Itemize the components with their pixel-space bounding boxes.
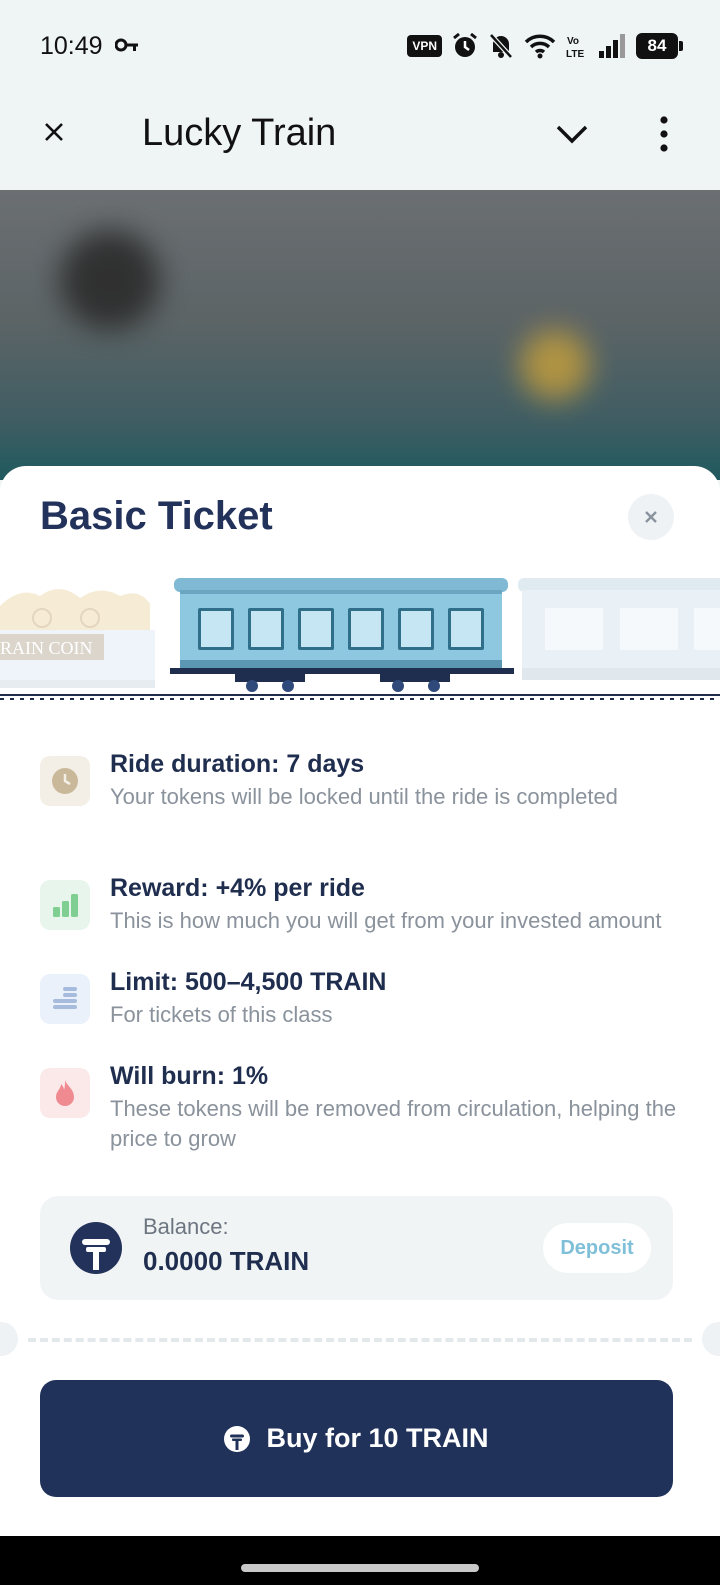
feature-title: Limit: 500–4,500 TRAIN [110, 968, 387, 996]
balance-card: Balance: 0.0000 TRAIN Deposit [40, 1196, 673, 1300]
close-icon[interactable] [38, 116, 70, 148]
coin-stack-icon [40, 974, 90, 1024]
blurred-shape [60, 230, 160, 330]
balance-value: 0.0000 TRAIN [143, 1246, 310, 1276]
mute-icon [489, 33, 513, 59]
close-icon [645, 511, 657, 523]
ticket-sheet: Basic Ticket RAIN COIN Ride duration: 7 … [0, 466, 720, 1536]
balance-label: Balance: [143, 1214, 229, 1239]
feature-title: Will burn: 1% [110, 1062, 269, 1090]
key-icon [115, 38, 138, 52]
faded-wagon-image [518, 578, 720, 680]
feature-description: These tokens will be removed from circul… [110, 1096, 677, 1151]
sheet-title: Basic Ticket [40, 494, 273, 538]
bar-chart-icon [40, 880, 90, 930]
deposit-button[interactable]: Deposit [543, 1223, 651, 1273]
svg-text:Vo: Vo [567, 36, 579, 47]
blurred-shape [520, 330, 590, 400]
vpn-icon: VPN [407, 35, 442, 57]
system-nav-bar [0, 1536, 720, 1585]
chevron-down-icon[interactable] [554, 116, 590, 152]
ticket-divider [0, 1322, 720, 1356]
sheet-close-button[interactable] [628, 494, 674, 540]
train-coin-icon [224, 1425, 251, 1452]
signal-icon [599, 34, 625, 58]
train-illustration: RAIN COIN [0, 578, 720, 700]
feature-description: Your tokens will be locked until the rid… [110, 784, 618, 809]
more-vert-icon[interactable] [650, 114, 678, 154]
feature-description: This is how much you will get from your … [110, 908, 662, 933]
buy-button[interactable]: Buy for 10 TRAIN [40, 1380, 673, 1497]
status-time: 10:49 [40, 32, 103, 60]
train-coin-icon [70, 1222, 122, 1274]
svg-text:LTE: LTE [566, 49, 584, 59]
feature-description: For tickets of this class [110, 1002, 333, 1027]
feature-title: Reward: +4% per ride [110, 874, 365, 902]
status-bar: 10:49 VPN Vo LTE 84 [0, 0, 720, 92]
flame-icon [40, 1068, 90, 1118]
buy-button-label: Buy for 10 TRAIN [266, 1423, 489, 1453]
coin-wagon-image: RAIN COIN [0, 588, 155, 688]
app-bar: Lucky Train [0, 92, 720, 190]
battery-icon: 84 [636, 33, 683, 59]
feature-title: Ride duration: 7 days [110, 750, 365, 778]
status-icons: VPN Vo LTE 84 [407, 30, 683, 62]
alarm-icon [453, 32, 477, 57]
app-title: Lucky Train [142, 112, 337, 154]
wifi-icon [524, 34, 556, 59]
background-content [0, 190, 720, 480]
volte-icon: Vo LTE [566, 36, 584, 59]
passenger-wagon-image [170, 578, 514, 692]
clock-icon [40, 756, 90, 806]
home-indicator[interactable] [241, 1564, 479, 1572]
coin-wagon-sign: RAIN COIN [0, 638, 93, 658]
